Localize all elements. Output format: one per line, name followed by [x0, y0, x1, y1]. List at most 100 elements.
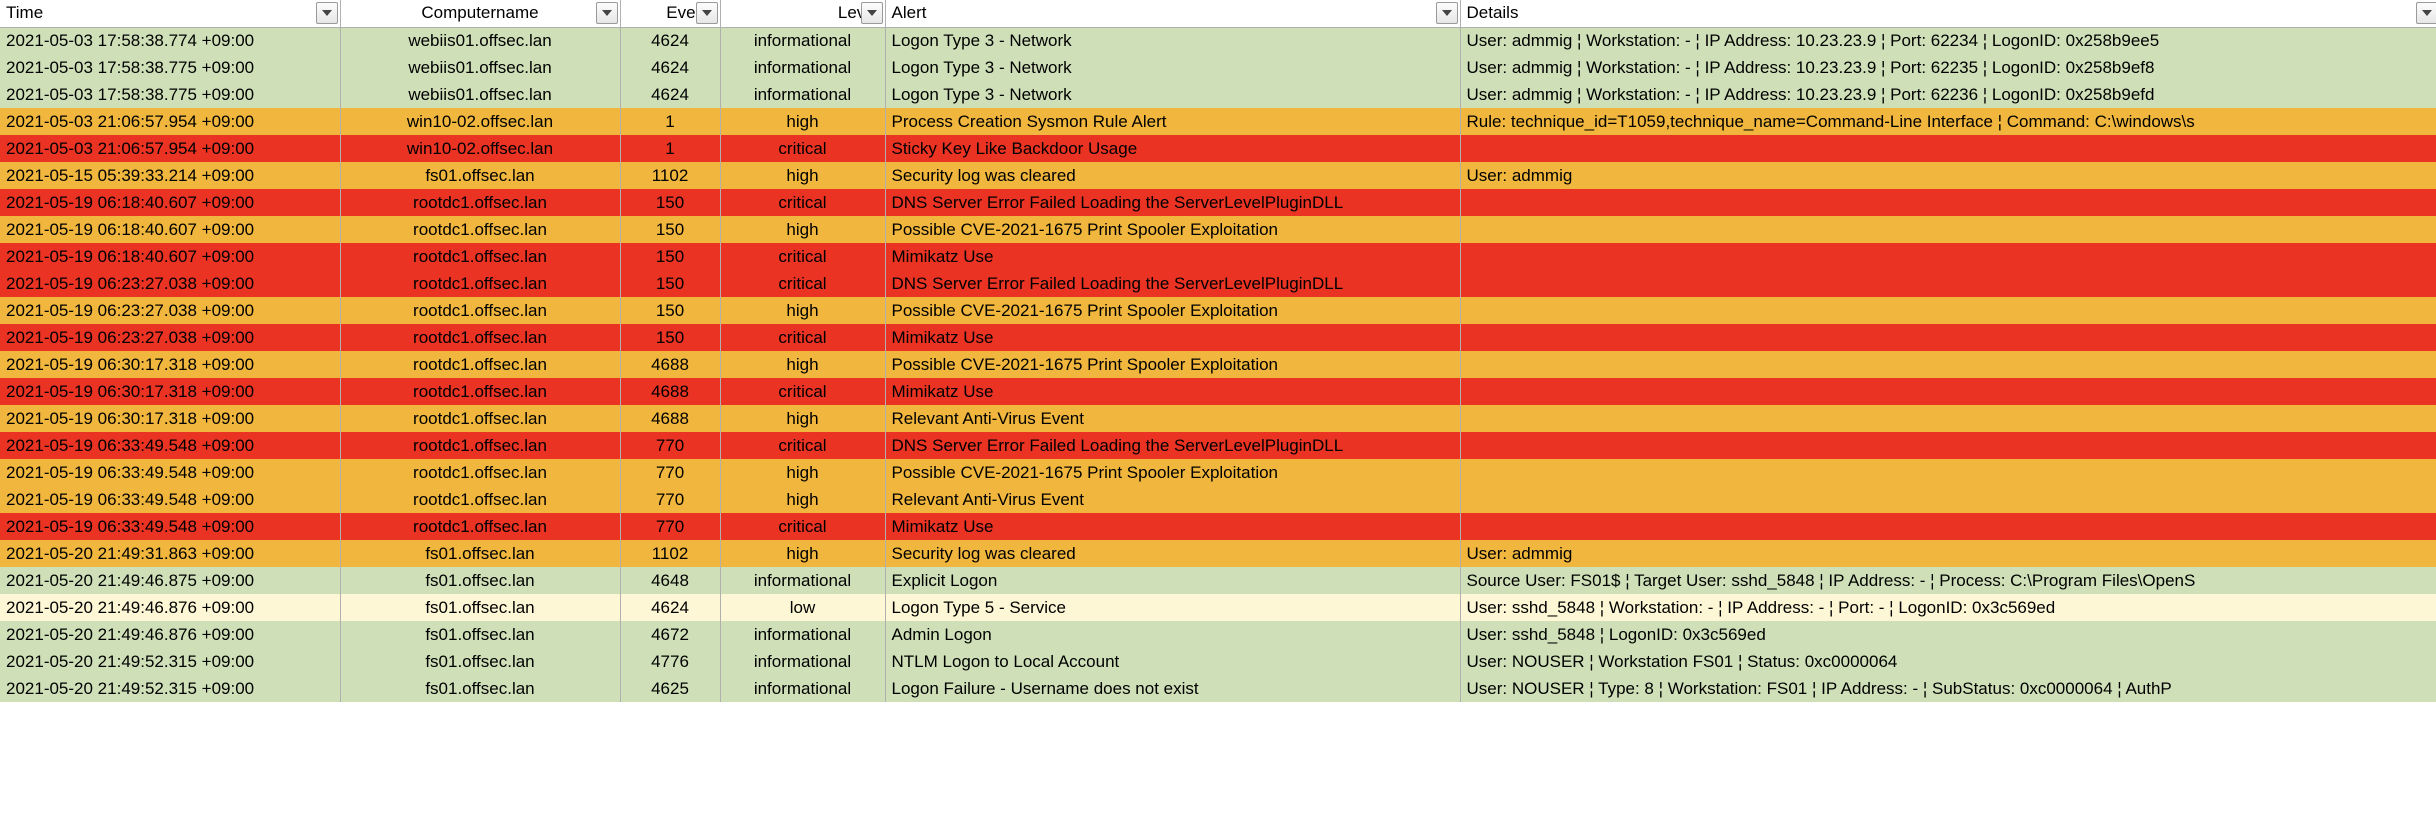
- header-row: Time Computername Eventi Level: [0, 0, 2436, 27]
- cell-details: User: NOUSER ¦ Type: 8 ¦ Workstation: FS…: [1460, 675, 2436, 702]
- cell-alert: Process Creation Sysmon Rule Alert: [885, 108, 1460, 135]
- cell-alert: Sticky Key Like Backdoor Usage: [885, 135, 1460, 162]
- cell-computer: fs01.offsec.lan: [340, 540, 620, 567]
- table-row[interactable]: 2021-05-19 06:30:17.318 +09:00rootdc1.of…: [0, 378, 2436, 405]
- filter-button-details[interactable]: [2416, 2, 2436, 24]
- header-details[interactable]: Details: [1460, 0, 2436, 27]
- cell-level: high: [720, 108, 885, 135]
- cell-time: 2021-05-20 21:49:46.875 +09:00: [0, 567, 340, 594]
- table-row[interactable]: 2021-05-19 06:18:40.607 +09:00rootdc1.of…: [0, 216, 2436, 243]
- table-row[interactable]: 2021-05-03 17:58:38.775 +09:00webiis01.o…: [0, 54, 2436, 81]
- cell-details: [1460, 324, 2436, 351]
- cell-details: User: sshd_5848 ¦ Workstation: - ¦ IP Ad…: [1460, 594, 2436, 621]
- cell-alert: NTLM Logon to Local Account: [885, 648, 1460, 675]
- table-row[interactable]: 2021-05-19 06:33:49.548 +09:00rootdc1.of…: [0, 486, 2436, 513]
- table-row[interactable]: 2021-05-19 06:33:49.548 +09:00rootdc1.of…: [0, 432, 2436, 459]
- cell-eventid: 770: [620, 513, 720, 540]
- cell-details: [1460, 243, 2436, 270]
- cell-alert: Logon Type 3 - Network: [885, 81, 1460, 108]
- table-row[interactable]: 2021-05-15 05:39:33.214 +09:00fs01.offse…: [0, 162, 2436, 189]
- cell-alert: Possible CVE-2021-1675 Print Spooler Exp…: [885, 459, 1460, 486]
- cell-eventid: 770: [620, 432, 720, 459]
- table-row[interactable]: 2021-05-19 06:23:27.038 +09:00rootdc1.of…: [0, 297, 2436, 324]
- cell-computer: rootdc1.offsec.lan: [340, 297, 620, 324]
- table-row[interactable]: 2021-05-03 17:58:38.775 +09:00webiis01.o…: [0, 81, 2436, 108]
- cell-computer: win10-02.offsec.lan: [340, 135, 620, 162]
- cell-eventid: 4624: [620, 81, 720, 108]
- cell-eventid: 770: [620, 486, 720, 513]
- cell-details: [1460, 432, 2436, 459]
- cell-time: 2021-05-03 17:58:38.774 +09:00: [0, 27, 340, 54]
- cell-level: critical: [720, 135, 885, 162]
- header-computer-label: Computername: [421, 3, 538, 22]
- header-time[interactable]: Time: [0, 0, 340, 27]
- table-row[interactable]: 2021-05-20 21:49:31.863 +09:00fs01.offse…: [0, 540, 2436, 567]
- cell-level: high: [720, 540, 885, 567]
- table-row[interactable]: 2021-05-19 06:18:40.607 +09:00rootdc1.of…: [0, 243, 2436, 270]
- cell-time: 2021-05-03 21:06:57.954 +09:00: [0, 135, 340, 162]
- cell-computer: rootdc1.offsec.lan: [340, 216, 620, 243]
- header-eventid[interactable]: Eventi: [620, 0, 720, 27]
- header-level[interactable]: Level: [720, 0, 885, 27]
- cell-details: User: admmig: [1460, 540, 2436, 567]
- table-row[interactable]: 2021-05-03 21:06:57.954 +09:00win10-02.o…: [0, 108, 2436, 135]
- cell-level: informational: [720, 81, 885, 108]
- header-computer[interactable]: Computername: [340, 0, 620, 27]
- cell-alert: Relevant Anti-Virus Event: [885, 405, 1460, 432]
- cell-time: 2021-05-19 06:33:49.548 +09:00: [0, 432, 340, 459]
- filter-button-time[interactable]: [316, 2, 338, 24]
- table-row[interactable]: 2021-05-19 06:23:27.038 +09:00rootdc1.of…: [0, 324, 2436, 351]
- cell-details: [1460, 486, 2436, 513]
- filter-button-alert[interactable]: [1436, 2, 1458, 24]
- table-row[interactable]: 2021-05-19 06:33:49.548 +09:00rootdc1.of…: [0, 513, 2436, 540]
- cell-level: high: [720, 405, 885, 432]
- table-row[interactable]: 2021-05-20 21:49:46.876 +09:00fs01.offse…: [0, 594, 2436, 621]
- cell-eventid: 4688: [620, 405, 720, 432]
- cell-time: 2021-05-15 05:39:33.214 +09:00: [0, 162, 340, 189]
- table-row[interactable]: 2021-05-19 06:33:49.548 +09:00rootdc1.of…: [0, 459, 2436, 486]
- table-row[interactable]: 2021-05-20 21:49:52.315 +09:00fs01.offse…: [0, 648, 2436, 675]
- cell-details: [1460, 513, 2436, 540]
- cell-eventid: 4776: [620, 648, 720, 675]
- cell-details: [1460, 297, 2436, 324]
- cell-alert: Relevant Anti-Virus Event: [885, 486, 1460, 513]
- filter-button-level[interactable]: [861, 2, 883, 24]
- cell-level: high: [720, 351, 885, 378]
- filter-button-eventid[interactable]: [696, 2, 718, 24]
- cell-details: [1460, 405, 2436, 432]
- cell-time: 2021-05-20 21:49:52.315 +09:00: [0, 648, 340, 675]
- table-row[interactable]: 2021-05-03 21:06:57.954 +09:00win10-02.o…: [0, 135, 2436, 162]
- cell-alert: Possible CVE-2021-1675 Print Spooler Exp…: [885, 351, 1460, 378]
- cell-alert: Logon Type 5 - Service: [885, 594, 1460, 621]
- table-row[interactable]: 2021-05-19 06:23:27.038 +09:00rootdc1.of…: [0, 270, 2436, 297]
- cell-alert: Mimikatz Use: [885, 243, 1460, 270]
- cell-details: [1460, 459, 2436, 486]
- cell-level: high: [720, 459, 885, 486]
- cell-alert: Possible CVE-2021-1675 Print Spooler Exp…: [885, 216, 1460, 243]
- table-row[interactable]: 2021-05-20 21:49:46.876 +09:00fs01.offse…: [0, 621, 2436, 648]
- filter-button-computer[interactable]: [596, 2, 618, 24]
- table-row[interactable]: 2021-05-20 21:49:46.875 +09:00fs01.offse…: [0, 567, 2436, 594]
- cell-eventid: 1102: [620, 540, 720, 567]
- cell-eventid: 4625: [620, 675, 720, 702]
- cell-time: 2021-05-19 06:18:40.607 +09:00: [0, 243, 340, 270]
- cell-eventid: 150: [620, 324, 720, 351]
- cell-eventid: 4624: [620, 594, 720, 621]
- cell-alert: DNS Server Error Failed Loading the Serv…: [885, 270, 1460, 297]
- header-alert[interactable]: Alert: [885, 0, 1460, 27]
- cell-time: 2021-05-03 17:58:38.775 +09:00: [0, 81, 340, 108]
- cell-alert: DNS Server Error Failed Loading the Serv…: [885, 189, 1460, 216]
- cell-eventid: 4688: [620, 378, 720, 405]
- table-row[interactable]: 2021-05-03 17:58:38.774 +09:00webiis01.o…: [0, 27, 2436, 54]
- table-row[interactable]: 2021-05-19 06:30:17.318 +09:00rootdc1.of…: [0, 351, 2436, 378]
- cell-level: critical: [720, 270, 885, 297]
- cell-time: 2021-05-19 06:18:40.607 +09:00: [0, 216, 340, 243]
- cell-alert: Logon Type 3 - Network: [885, 54, 1460, 81]
- cell-eventid: 1102: [620, 162, 720, 189]
- table-row[interactable]: 2021-05-19 06:30:17.318 +09:00rootdc1.of…: [0, 405, 2436, 432]
- cell-alert: Security log was cleared: [885, 162, 1460, 189]
- table-row[interactable]: 2021-05-20 21:49:52.315 +09:00fs01.offse…: [0, 675, 2436, 702]
- cell-computer: rootdc1.offsec.lan: [340, 189, 620, 216]
- cell-computer: fs01.offsec.lan: [340, 162, 620, 189]
- table-row[interactable]: 2021-05-19 06:18:40.607 +09:00rootdc1.of…: [0, 189, 2436, 216]
